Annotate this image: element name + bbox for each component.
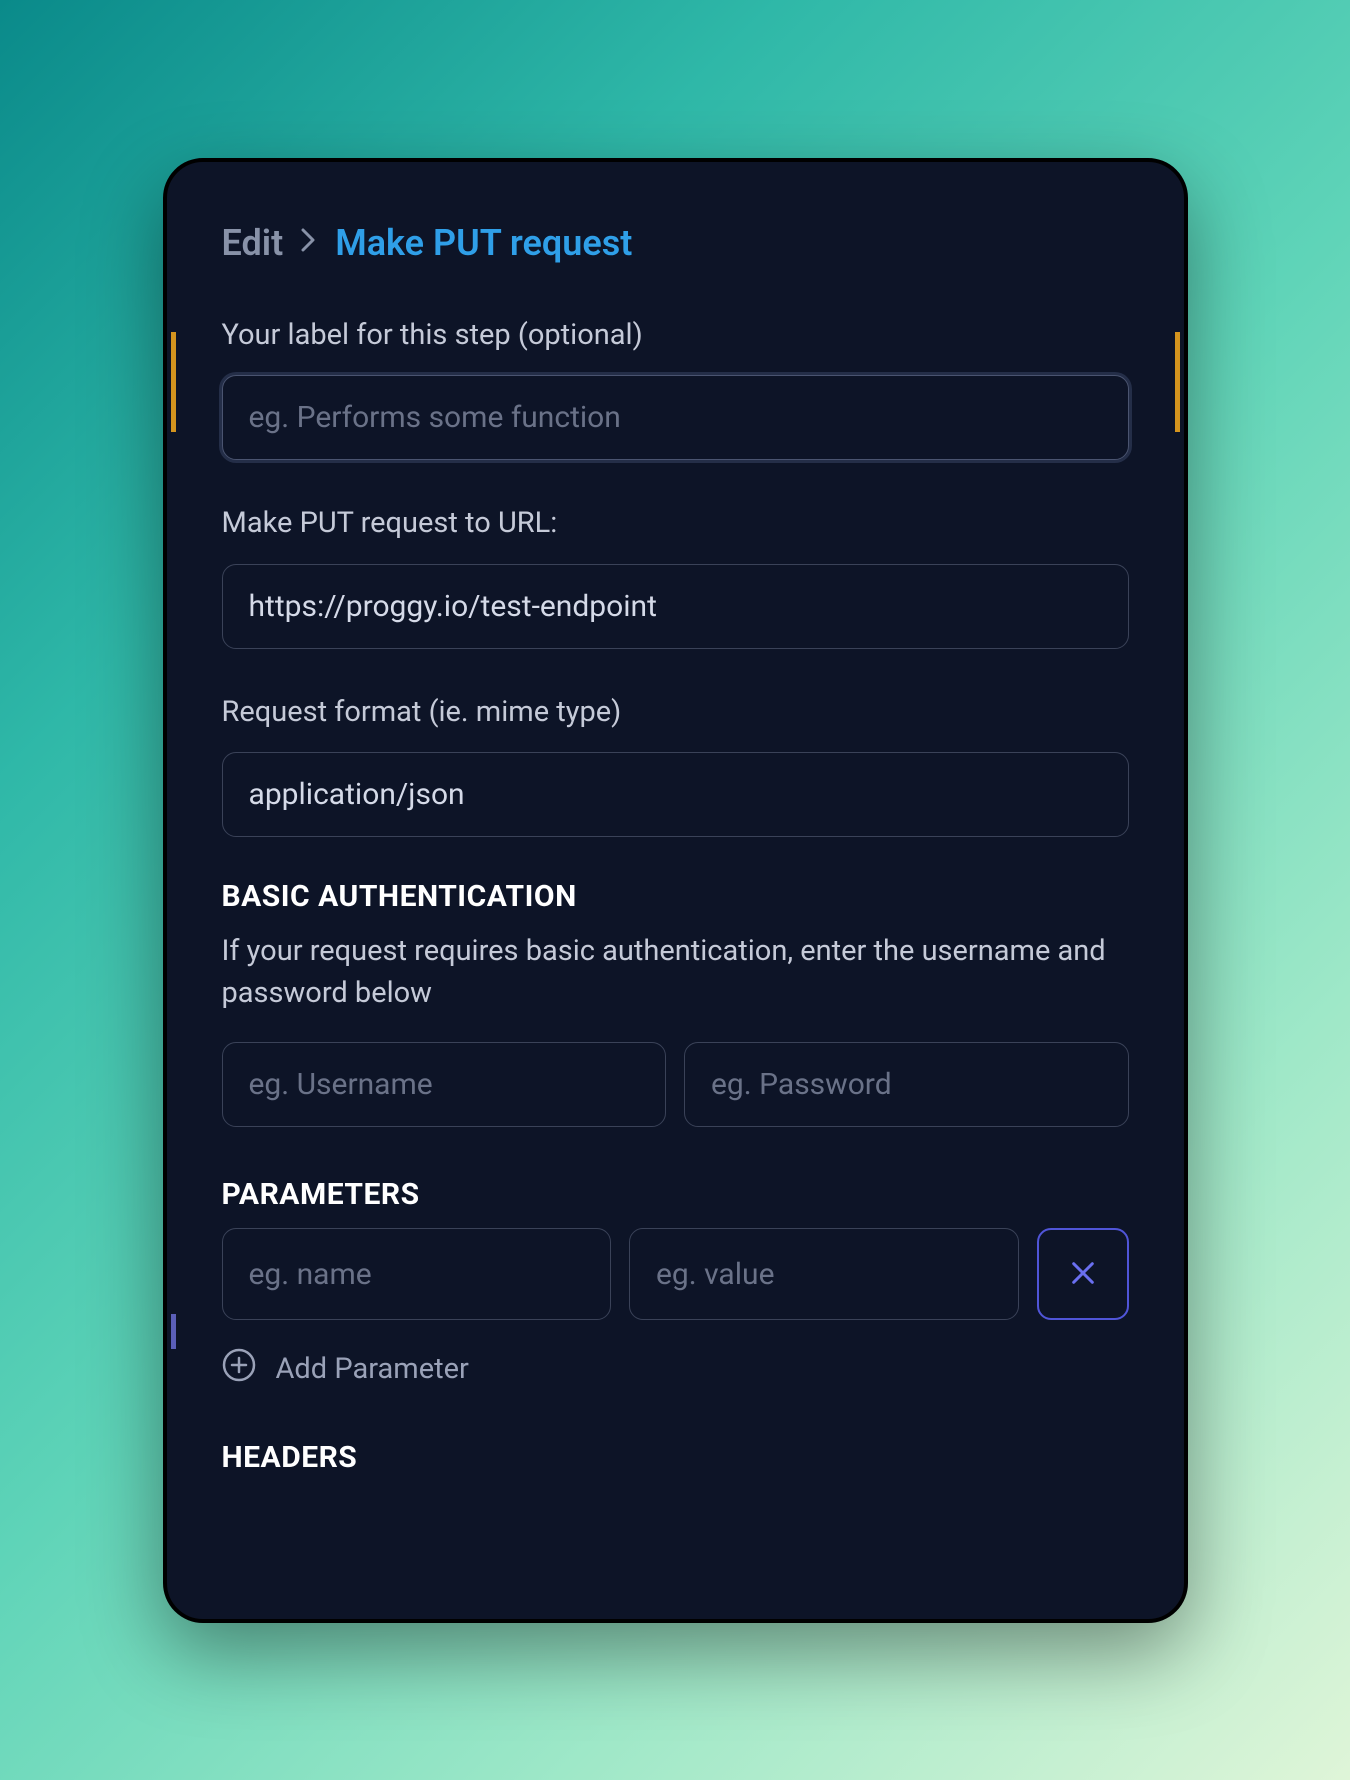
add-parameter-button[interactable]: Add Parameter	[222, 1348, 469, 1390]
format-label: Request format (ie. mime type)	[222, 691, 1129, 735]
delete-param-button[interactable]	[1037, 1228, 1129, 1320]
breadcrumb-current: Make PUT request	[335, 222, 632, 264]
edit-step-modal: Edit Make PUT request Your label for thi…	[163, 158, 1188, 1623]
plus-circle-icon	[222, 1348, 256, 1390]
param-value-input[interactable]	[629, 1228, 1019, 1320]
url-label: Make PUT request to URL:	[222, 502, 1129, 546]
parameters-heading: PARAMETERS	[222, 1177, 1129, 1212]
step-label-label: Your label for this step (optional)	[222, 314, 1129, 358]
auth-description: If your request requires basic authentic…	[222, 930, 1129, 1014]
breadcrumb-root[interactable]: Edit	[222, 222, 284, 264]
auth-password-input[interactable]	[684, 1042, 1129, 1127]
add-parameter-label: Add Parameter	[276, 1352, 469, 1386]
breadcrumb: Edit Make PUT request	[222, 222, 1129, 264]
headers-heading: HEADERS	[222, 1440, 1129, 1475]
chevron-right-icon	[301, 225, 317, 260]
edge-accent	[171, 1314, 176, 1349]
edge-accent	[1175, 332, 1180, 432]
url-input[interactable]	[222, 564, 1129, 649]
auth-heading: BASIC AUTHENTICATION	[222, 879, 1129, 914]
format-input[interactable]	[222, 752, 1129, 837]
close-icon	[1069, 1259, 1097, 1290]
step-label-input[interactable]	[222, 375, 1129, 460]
edge-accent	[171, 332, 176, 432]
param-name-input[interactable]	[222, 1228, 612, 1320]
auth-username-input[interactable]	[222, 1042, 667, 1127]
